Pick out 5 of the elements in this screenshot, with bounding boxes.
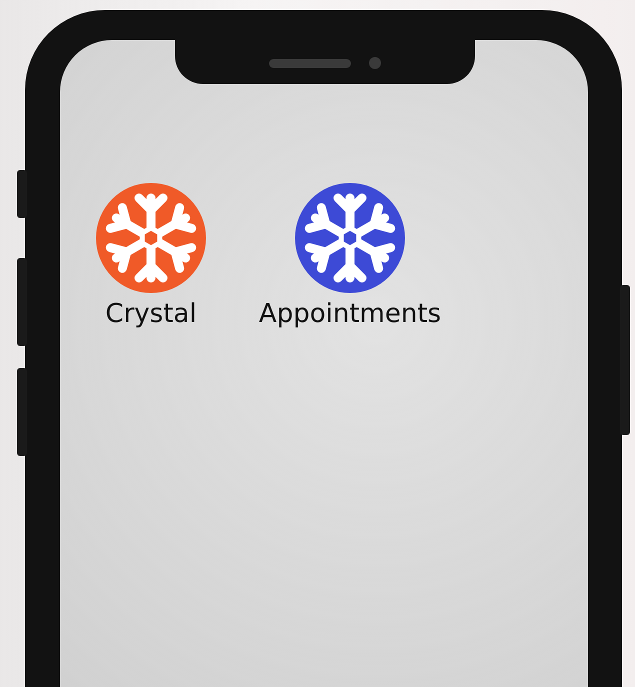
camera-dot (369, 57, 381, 69)
app-label: Crystal (105, 299, 197, 329)
app-label: Appointments (258, 299, 442, 329)
snowflake-app-icon[interactable] (96, 183, 206, 293)
snowflake-app-icon[interactable] (295, 183, 405, 293)
